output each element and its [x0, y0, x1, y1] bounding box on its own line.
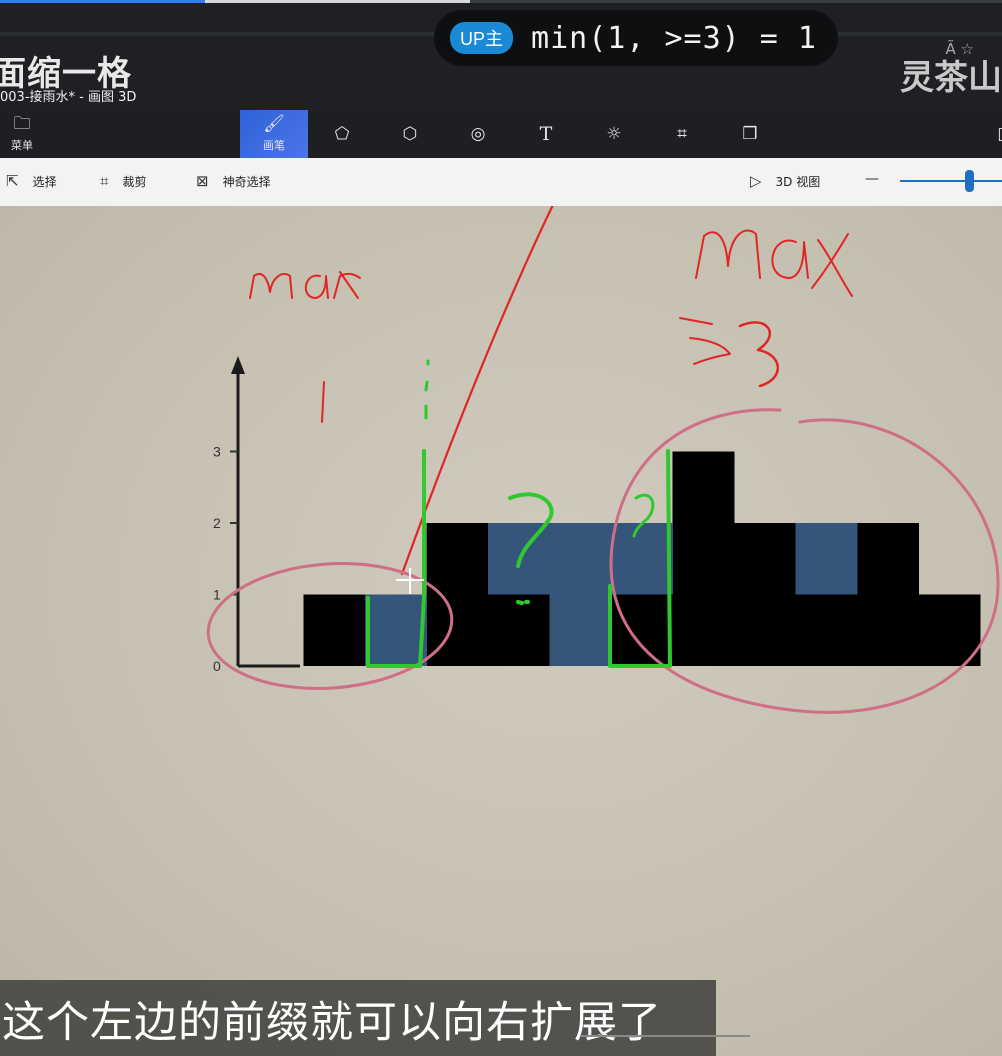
y-tick-label: 2	[213, 515, 221, 531]
folder-icon: 🗀	[13, 114, 31, 134]
drawing-canvas[interactable]: 0 1 2 3	[0, 206, 1002, 1056]
elevation-bar	[672, 451, 735, 666]
reader-favorite-icons[interactable]: Ã ☆	[946, 40, 974, 58]
elevation-bar	[611, 594, 673, 666]
red-greater-symbol	[679, 317, 731, 365]
magic-select-icon: ⊠	[196, 172, 209, 190]
3d-library-icon: ❒	[742, 124, 758, 144]
3d-view-button[interactable]: ▷ 3D 视图	[750, 172, 820, 190]
y-ticks: 0 1 2 3	[213, 444, 238, 674]
zoom-slider-track[interactable]	[900, 180, 1002, 182]
chart-svg: 0 1 2 3	[206, 206, 1000, 714]
menu-button[interactable]: 🗀 菜单	[0, 110, 56, 158]
video-buffer-fill	[205, 0, 470, 3]
y-tick-label: 1	[213, 587, 221, 603]
effects-tool-button[interactable]: ☼	[580, 110, 648, 158]
2d-shapes-tool-button[interactable]: ⬠	[308, 110, 376, 158]
text-tool-button[interactable]: T	[512, 110, 580, 158]
formula-text: min(1, >=3) = 1	[531, 20, 817, 56]
formula-overlay: UP主 min(1, >=3) = 1	[434, 10, 838, 66]
red-arrow-line	[400, 206, 554, 576]
elevation-bar	[857, 523, 919, 666]
y-tick-label: 0	[213, 658, 221, 674]
red-max-right-a	[771, 239, 809, 279]
red-one	[321, 381, 325, 423]
3d-view-icon: ▷	[750, 172, 762, 190]
canvas-tool-button[interactable]: ⌗	[648, 110, 716, 158]
video-progress-fill	[0, 0, 205, 3]
effects-icon: ☼	[606, 124, 622, 144]
video-progress-track[interactable]	[0, 0, 1002, 3]
elevation-bar	[426, 523, 489, 666]
magic-select-button[interactable]: ⊠ 神奇选择	[196, 172, 271, 190]
zoom-slider-thumb[interactable]	[965, 170, 974, 192]
red-max-left-a	[305, 274, 329, 299]
paste-button[interactable]: ▯	[968, 110, 1002, 158]
red-three	[738, 321, 780, 388]
elevation-bar	[795, 594, 858, 666]
3d-library-tool-button[interactable]: ❒	[716, 110, 784, 158]
brushes-tool-button[interactable]: 🖌 画笔	[240, 110, 308, 158]
water-cell	[795, 523, 858, 595]
title-bar: 面缩一格 003-接雨水* - 画图 3D 灵茶山 Ã ☆ UP主 min(1…	[0, 0, 1002, 110]
y-axis-arrow	[231, 356, 245, 374]
elevation-bar	[488, 594, 550, 666]
stickers-tool-button[interactable]: ◎	[444, 110, 512, 158]
stickers-icon: ◎	[470, 124, 486, 144]
paste-icon: ▯	[997, 124, 1002, 144]
context-ribbon: ⇱ 选择 ⌗ 裁剪 ⊠ 神奇选择 ▷ 3D 视图 —	[0, 158, 1002, 206]
canvas-icon: ⌗	[677, 124, 687, 144]
crop-button[interactable]: ⌗ 裁剪	[100, 172, 146, 190]
y-tick-label: 3	[213, 444, 221, 460]
elevation-bar	[303, 594, 366, 666]
main-toolbar: 🗀 菜单 🖌 画笔 ⬠ ⬡ ◎ T ☼ ⌗ ❒ ▯	[0, 110, 1002, 158]
select-button[interactable]: ⇱ 选择	[6, 172, 57, 190]
up-badge: UP主	[450, 22, 514, 54]
3d-shapes-tool-button[interactable]: ⬡	[376, 110, 444, 158]
red-max-left-x	[333, 271, 361, 299]
2d-shapes-icon: ⬠	[334, 124, 350, 144]
red-max-right-x	[811, 233, 853, 297]
green-question-dot-1	[516, 600, 530, 605]
brush-icon: 🖌	[263, 114, 285, 134]
horizontal-scrollbar[interactable]	[580, 1035, 750, 1037]
red-max-right-m	[695, 229, 761, 279]
water-cell	[365, 594, 427, 666]
zoom-out-icon[interactable]: —	[865, 171, 879, 187]
3d-shapes-icon: ⬡	[402, 124, 418, 144]
green-dashed-line	[424, 359, 430, 420]
crop-icon: ⌗	[100, 172, 109, 190]
cursor-icon: ⇱	[6, 172, 19, 190]
water-cell	[549, 523, 612, 666]
elevation-bar	[734, 523, 796, 666]
text-icon: T	[539, 123, 553, 145]
video-subtitle: 这个左边的前缀就可以向右扩展了	[2, 998, 662, 1048]
water-cell	[611, 523, 673, 595]
document-title: 003-接雨水* - 画图 3D	[0, 90, 137, 105]
red-max-left-m	[249, 273, 293, 299]
